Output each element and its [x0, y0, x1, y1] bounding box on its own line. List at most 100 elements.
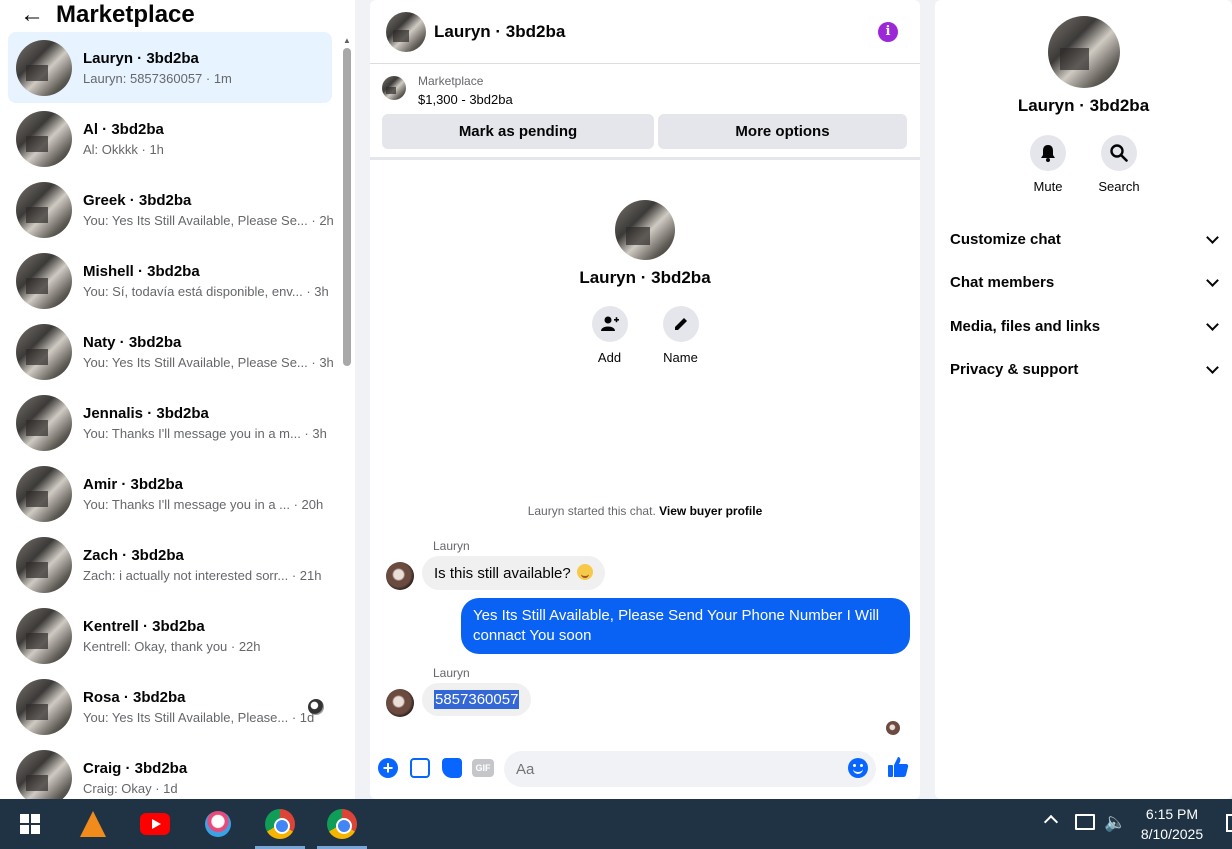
sticker-icon[interactable]	[442, 758, 462, 778]
conversation-item[interactable]: Naty · 3bd2ba You: Yes Its Still Availabl…	[8, 316, 334, 387]
clock-date: 8/10/2025	[1140, 826, 1204, 842]
sidebar-scrollbar[interactable]: ▲	[342, 36, 352, 796]
system-clock[interactable]: 6:15 PM 8/10/2025	[1130, 804, 1214, 844]
scroll-up-icon[interactable]: ▲	[343, 36, 351, 45]
info-icon[interactable]: i	[878, 22, 898, 42]
conversation-preview: You: Thanks I'll message you in a ... · …	[83, 496, 324, 512]
tray-chevron-up-icon[interactable]	[1043, 814, 1059, 830]
sidebar-header: ← Marketplace	[0, 0, 355, 30]
volume-icon[interactable]: 🔈	[1104, 812, 1126, 833]
conversation-preview: You: Yes Its Still Available, Please... …	[83, 709, 315, 725]
plus-icon[interactable]: +	[378, 758, 398, 778]
chrome-profile-taskbar-button[interactable]	[317, 799, 367, 849]
conversation-name: Kentrell · 3bd2ba	[83, 617, 205, 635]
emoji-icon[interactable]	[848, 758, 868, 778]
more-options-button[interactable]: More options	[658, 114, 907, 149]
sender-name: Lauryn	[433, 539, 470, 553]
media-files-links-section[interactable]: Media, files and links	[950, 314, 1220, 338]
message-input[interactable]	[504, 751, 876, 787]
chat-profile-block: Lauryn · 3bd2ba Add Name	[370, 200, 920, 365]
youtube-taskbar-button[interactable]	[130, 799, 180, 849]
chat-members-section[interactable]: Chat members	[950, 270, 1220, 294]
back-arrow-icon[interactable]: ←	[20, 1, 48, 29]
gif-icon[interactable]: GIF	[472, 759, 494, 777]
vlc-icon	[80, 811, 106, 837]
snipping-tool-taskbar-button[interactable]	[193, 799, 243, 849]
section-label: Privacy & support	[950, 360, 1079, 378]
conversation-item[interactable]: Jennalis · 3bd2ba You: Thanks I'll messag…	[8, 387, 332, 458]
windows-logo-icon	[20, 814, 40, 834]
listing-thumbnail[interactable]	[382, 76, 406, 100]
conversation-name: Rosa · 3bd2ba	[83, 688, 186, 706]
incoming-message[interactable]: Is this still available?	[422, 556, 605, 590]
message-text: Is this still available?	[434, 565, 571, 582]
conversation-preview: You: Yes Its Still Available, Please Se.…	[83, 354, 334, 370]
seen-avatar-icon	[308, 699, 324, 715]
conversation-item[interactable]: Greek · 3bd2ba You: Yes Its Still Availab…	[8, 174, 334, 245]
conversation-item[interactable]: Al · 3bd2ba Al: Okkkk · 1h	[8, 103, 332, 174]
add-people-button[interactable]: Add	[591, 306, 628, 365]
listing-avatar	[16, 252, 72, 309]
snipping-tool-icon	[205, 811, 231, 837]
chevron-down-icon	[1206, 360, 1219, 374]
photo-icon[interactable]	[410, 758, 430, 778]
conversation-name: Naty · 3bd2ba	[83, 333, 182, 351]
page-title: Marketplace	[56, 1, 195, 28]
search-icon	[1101, 135, 1137, 171]
started-text: Lauryn started this chat.	[527, 504, 656, 518]
conversation-item[interactable]: Amir · 3bd2ba You: Thanks I'll message yo…	[8, 458, 332, 529]
listing-avatar	[16, 678, 72, 735]
search-in-chat-button[interactable]: Search	[1098, 135, 1140, 194]
conversation-item[interactable]: Rosa · 3bd2ba You: Yes Its Still Availabl…	[8, 671, 332, 742]
conversation-preview: You: Thanks I'll message you in a m... ·…	[83, 425, 327, 441]
listing-avatar	[16, 607, 72, 664]
listing-avatar	[16, 749, 72, 799]
listing-avatar	[16, 110, 72, 167]
conversation-name: Al · 3bd2ba	[83, 120, 164, 138]
details-avatar[interactable]	[1047, 16, 1120, 88]
view-buyer-profile-link[interactable]: View buyer profile	[659, 504, 762, 518]
edit-name-button[interactable]: Name	[662, 306, 699, 365]
profile-avatar	[615, 200, 675, 260]
chrome-taskbar-button[interactable]	[255, 799, 305, 849]
mute-button[interactable]: Mute	[1030, 135, 1066, 194]
conversation-name: Craig · 3bd2ba	[83, 759, 188, 777]
conversation-item[interactable]: Mishell · 3bd2ba You: Sí, todavía está di…	[8, 245, 332, 316]
sender-avatar[interactable]	[386, 689, 414, 717]
sender-avatar[interactable]	[386, 562, 414, 590]
incoming-message[interactable]: 5857360057	[422, 683, 532, 716]
conversation-name: Greek · 3bd2ba	[83, 191, 192, 209]
section-label: Customize chat	[950, 230, 1061, 248]
outgoing-message[interactable]: Yes Its Still Available, Please Send You…	[461, 598, 910, 654]
conversation-item[interactable]: Zach · 3bd2ba Zach: i actually not intere…	[8, 529, 332, 600]
start-button[interactable]	[5, 799, 55, 849]
vlc-taskbar-button[interactable]	[68, 799, 118, 849]
conversation-name: Lauryn · 3bd2ba	[83, 49, 199, 67]
listing-price[interactable]: $1,300 - 3bd2ba	[418, 92, 513, 107]
sender-name: Lauryn	[433, 666, 470, 680]
customize-chat-section[interactable]: Customize chat	[950, 227, 1220, 251]
chevron-down-icon	[1206, 317, 1219, 331]
scroll-thumb[interactable]	[343, 48, 351, 366]
youtube-icon	[140, 813, 170, 835]
conversation-preview: Lauryn: 5857360057 · 1m	[83, 70, 232, 86]
notification-icon[interactable]	[1226, 814, 1232, 832]
conversation-name: Amir · 3bd2ba	[83, 475, 184, 493]
add-label: Add	[597, 350, 622, 365]
conversation-preview: Al: Okkkk · 1h	[83, 141, 164, 157]
conversation-preview: Zach: i actually not interested sorr... …	[83, 567, 322, 583]
network-icon[interactable]	[1075, 814, 1095, 830]
thumbs-up-icon[interactable]	[886, 756, 910, 780]
conversation-item[interactable]: Lauryn · 3bd2ba Lauryn: 5857360057 · 1m	[8, 32, 332, 103]
listing-avatar	[16, 323, 72, 380]
listing-avatar	[16, 394, 72, 451]
privacy-support-section[interactable]: Privacy & support	[950, 357, 1220, 381]
conversation-item[interactable]: Craig · 3bd2ba Craig: Okay · 1d	[8, 742, 332, 799]
mark-as-pending-button[interactable]: Mark as pending	[382, 114, 654, 149]
conversation-list: Lauryn · 3bd2ba Lauryn: 5857360057 · 1m A…	[8, 32, 334, 799]
conversation-name: Jennalis · 3bd2ba	[83, 404, 209, 422]
conversation-item[interactable]: Kentrell · 3bd2ba Kentrell: Okay, thank y…	[8, 600, 332, 671]
chat-title[interactable]: Lauryn · 3bd2ba	[434, 22, 565, 42]
smile-emoji-icon	[576, 564, 593, 580]
chat-avatar[interactable]	[386, 11, 426, 52]
